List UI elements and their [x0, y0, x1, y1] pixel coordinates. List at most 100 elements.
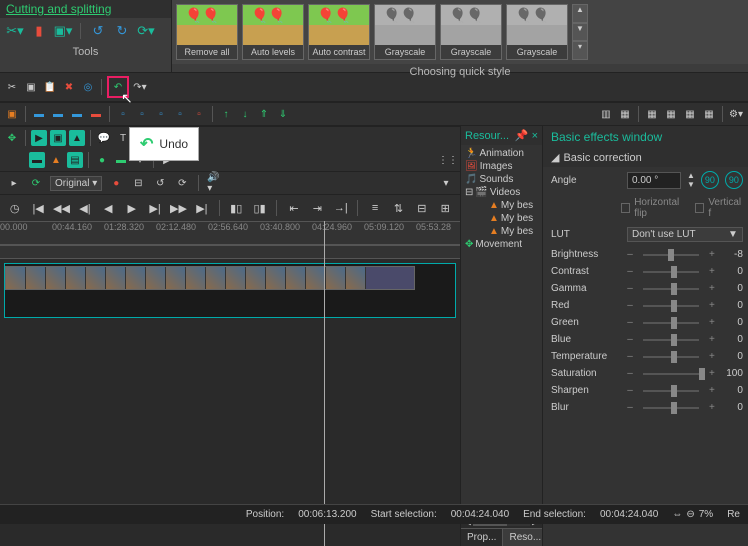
- paste-icon[interactable]: 📋: [42, 79, 58, 95]
- tab-properties[interactable]: Prop...: [461, 529, 503, 546]
- align-2[interactable]: ▬: [50, 106, 66, 122]
- fastfwd-icon[interactable]: ▶▶: [170, 199, 187, 217]
- jump-in-icon[interactable]: ⇤: [285, 199, 302, 217]
- clock-icon[interactable]: ◷: [6, 199, 23, 217]
- rect-obj-icon[interactable]: ▬: [29, 152, 45, 168]
- slider-track[interactable]: [643, 288, 699, 290]
- slider-minus[interactable]: –: [625, 385, 635, 396]
- rotate-right-90-icon[interactable]: ↻: [113, 22, 131, 40]
- rotate-left-90-icon[interactable]: ↺: [89, 22, 107, 40]
- lut-dropdown[interactable]: Don't use LUT ▼: [627, 227, 743, 242]
- time-ruler[interactable]: 00.00000:44.16001:28.32002:12.48002:56.6…: [0, 221, 460, 245]
- repeat-icon[interactable]: ⟳: [174, 175, 190, 191]
- timeline[interactable]: 00.00000:44.16001:28.32002:12.48002:56.6…: [0, 221, 460, 546]
- list-icon[interactable]: ≡: [366, 199, 383, 217]
- playhead[interactable]: [324, 221, 325, 546]
- slider-plus[interactable]: +: [707, 402, 717, 413]
- style-scroll-down[interactable]: ▼: [572, 23, 588, 42]
- zoom-out-status[interactable]: ⊖: [686, 509, 694, 520]
- grid-2[interactable]: ▦: [663, 106, 679, 122]
- angle-input[interactable]: [627, 172, 681, 189]
- slider-minus[interactable]: –: [625, 283, 635, 294]
- basic-correction-header[interactable]: ◢Basic correction: [543, 148, 748, 167]
- slider-track[interactable]: [643, 339, 699, 341]
- rewind-icon[interactable]: ◀◀: [53, 199, 70, 217]
- slider-plus[interactable]: +: [707, 283, 717, 294]
- slider-track[interactable]: [643, 390, 699, 392]
- ellipse-icon[interactable]: ●: [94, 152, 110, 168]
- tree-images[interactable]: 🖼Images: [463, 160, 540, 173]
- slider-minus[interactable]: –: [625, 334, 635, 345]
- delete-icon[interactable]: ✖: [61, 79, 77, 95]
- slider-minus[interactable]: –: [625, 300, 635, 311]
- grip-icon[interactable]: ⋮⋮: [440, 152, 456, 168]
- slider-track[interactable]: [643, 254, 699, 256]
- group-icon[interactable]: ▣: [4, 106, 20, 122]
- preview-dd[interactable]: ▾: [438, 175, 454, 191]
- slider-minus[interactable]: –: [625, 368, 635, 379]
- crop-icon[interactable]: ▣▾: [54, 22, 72, 40]
- tree-videos[interactable]: ⊟🎬Videos: [463, 186, 540, 199]
- select-icon[interactable]: ◎: [80, 79, 96, 95]
- slider-minus[interactable]: –: [625, 351, 635, 362]
- angle-down[interactable]: ▼: [687, 180, 695, 189]
- style-grayscale-1[interactable]: Grayscale: [374, 4, 436, 60]
- chart-obj-icon[interactable]: ▤: [67, 152, 83, 168]
- slider-plus[interactable]: +: [707, 266, 717, 277]
- copy-icon[interactable]: ▣: [23, 79, 39, 95]
- image-obj-icon[interactable]: ▣: [50, 130, 66, 146]
- slider-plus[interactable]: +: [707, 368, 717, 379]
- slider-minus[interactable]: –: [625, 249, 635, 260]
- preview-mode-dropdown[interactable]: Original ▾: [50, 176, 102, 191]
- style-auto-contrast[interactable]: Auto contrast: [308, 4, 370, 60]
- snap-4[interactable]: ▫: [172, 106, 188, 122]
- snap-2[interactable]: ▫: [134, 106, 150, 122]
- tree-clip-2[interactable]: ▲My bes: [463, 212, 540, 225]
- mark-out-icon[interactable]: ▯▮: [251, 199, 268, 217]
- play-obj-icon[interactable]: ▶: [31, 130, 47, 146]
- sort-icon[interactable]: ⇅: [390, 199, 407, 217]
- slider-track[interactable]: [643, 407, 699, 409]
- style-auto-levels[interactable]: Auto levels: [242, 4, 304, 60]
- refresh-icon[interactable]: ⟳: [28, 175, 44, 191]
- zoom-in-icon[interactable]: ⊞: [437, 199, 454, 217]
- arrow-down-icon[interactable]: ↓: [237, 106, 253, 122]
- tree-movement[interactable]: ✥Movement: [463, 238, 540, 251]
- cutting-splitting-title[interactable]: Cutting and splitting: [6, 2, 111, 16]
- cut-tool-icon[interactable]: ✂▾: [6, 22, 24, 40]
- slider-plus[interactable]: +: [707, 351, 717, 362]
- merge-icon[interactable]: ⊟: [130, 175, 146, 191]
- time-ruler-minor[interactable]: [0, 245, 460, 259]
- rotate-ccw-icon[interactable]: 90: [701, 171, 719, 189]
- slider-track[interactable]: [643, 373, 699, 375]
- vflip-checkbox[interactable]: Vertical f: [695, 197, 743, 219]
- prev-icon[interactable]: ◀: [100, 199, 117, 217]
- style-scroll-up[interactable]: ▲: [572, 4, 588, 23]
- snap-5[interactable]: ▫: [191, 106, 207, 122]
- move-icon[interactable]: ✥: [4, 130, 20, 146]
- zoom-fit-icon[interactable]: ⇔: [672, 509, 682, 520]
- style-grayscale-3[interactable]: Grayscale: [506, 4, 568, 60]
- slider-plus[interactable]: +: [707, 334, 717, 345]
- razor-icon[interactable]: ▮: [30, 22, 48, 40]
- hflip-checkbox[interactable]: Horizontal flip: [621, 197, 689, 219]
- slider-track[interactable]: [643, 322, 699, 324]
- loop-icon[interactable]: ↺: [152, 175, 168, 191]
- skip-end-icon[interactable]: ▶|: [193, 199, 210, 217]
- record-icon[interactable]: ●: [108, 175, 124, 191]
- angle-up[interactable]: ▲: [687, 171, 695, 180]
- rotate-cw-icon[interactable]: 90: [725, 171, 743, 189]
- slider-plus[interactable]: +: [707, 300, 717, 311]
- layers-2[interactable]: ▦: [617, 106, 633, 122]
- prev-frame-icon[interactable]: ◀|: [76, 199, 93, 217]
- snap-1[interactable]: ▫: [115, 106, 131, 122]
- slider-minus[interactable]: –: [625, 317, 635, 328]
- play-icon[interactable]: ▶: [123, 199, 140, 217]
- arrow-up-icon[interactable]: ↑: [218, 106, 234, 122]
- style-grayscale-2[interactable]: Grayscale: [440, 4, 502, 60]
- grid-1[interactable]: ▦: [644, 106, 660, 122]
- align-4[interactable]: ▬: [88, 106, 104, 122]
- jump-out-icon[interactable]: ⇥: [309, 199, 326, 217]
- style-remove-all[interactable]: Remove all: [176, 4, 238, 60]
- next-icon[interactable]: ▶|: [146, 199, 163, 217]
